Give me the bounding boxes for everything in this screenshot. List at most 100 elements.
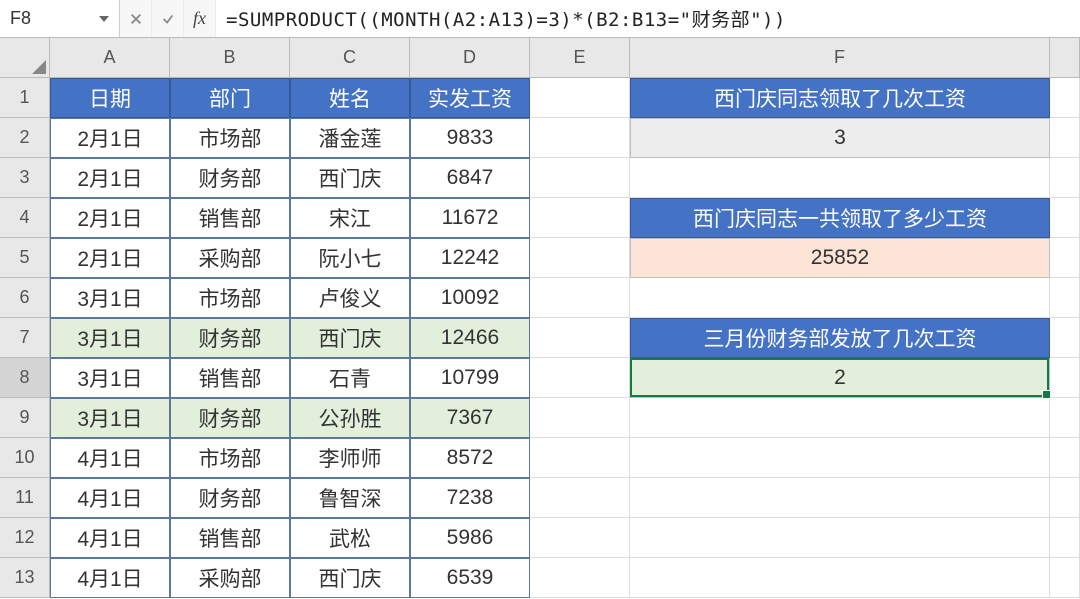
fx-button[interactable]: fx <box>184 0 216 37</box>
cell-dept[interactable]: 市场部 <box>170 118 290 158</box>
cell-date[interactable]: 4月1日 <box>50 478 170 518</box>
cell-blank[interactable] <box>1050 118 1080 158</box>
cell-blank[interactable] <box>1050 78 1080 118</box>
cell-blank[interactable] <box>530 318 630 358</box>
column-header[interactable]: C <box>290 38 410 78</box>
cell-dept[interactable]: 采购部 <box>170 558 290 598</box>
column-header[interactable]: F <box>630 38 1050 78</box>
cell-name[interactable]: 鲁智深 <box>290 478 410 518</box>
spreadsheet[interactable]: ABCDEF1日期部门姓名实发工资西门庆同志领取了几次工资22月1日市场部潘金莲… <box>0 38 1080 598</box>
cell-blank[interactable] <box>1050 358 1080 398</box>
cell-blank[interactable] <box>530 358 630 398</box>
cancel-button[interactable] <box>120 0 152 37</box>
cell-dept[interactable]: 财务部 <box>170 318 290 358</box>
cell-name[interactable]: 石青 <box>290 358 410 398</box>
cell-date[interactable]: 2月1日 <box>50 198 170 238</box>
cell-blank[interactable] <box>630 278 1050 318</box>
cell-blank[interactable] <box>630 478 1050 518</box>
row-header[interactable]: 9 <box>0 398 50 438</box>
cell-salary[interactable]: 7238 <box>410 478 530 518</box>
cell-blank[interactable] <box>1050 158 1080 198</box>
cell-blank[interactable] <box>530 158 630 198</box>
cell-name[interactable]: 宋江 <box>290 198 410 238</box>
cell-name[interactable]: 潘金莲 <box>290 118 410 158</box>
cell-blank[interactable] <box>1050 198 1080 238</box>
cell-date[interactable]: 2月1日 <box>50 118 170 158</box>
cell-blank[interactable] <box>530 198 630 238</box>
cell-blank[interactable] <box>530 278 630 318</box>
cell-blank[interactable] <box>1050 238 1080 278</box>
cell-salary[interactable]: 6847 <box>410 158 530 198</box>
cell-dept[interactable]: 销售部 <box>170 518 290 558</box>
row-header[interactable]: 5 <box>0 238 50 278</box>
cell-blank[interactable] <box>630 398 1050 438</box>
cell-blank[interactable] <box>1050 398 1080 438</box>
cell-salary[interactable]: 12466 <box>410 318 530 358</box>
row-header[interactable]: 13 <box>0 558 50 598</box>
cell-blank[interactable] <box>630 158 1050 198</box>
cell-date[interactable]: 3月1日 <box>50 358 170 398</box>
cell-blank[interactable] <box>630 438 1050 478</box>
row-header[interactable]: 11 <box>0 478 50 518</box>
confirm-button[interactable] <box>152 0 184 37</box>
cell-blank[interactable] <box>1050 278 1080 318</box>
cell-name[interactable]: 西门庆 <box>290 158 410 198</box>
cell-date[interactable]: 3月1日 <box>50 278 170 318</box>
name-box-dropdown-icon[interactable] <box>99 16 109 22</box>
cell-blank[interactable] <box>530 438 630 478</box>
cell-dept[interactable]: 财务部 <box>170 398 290 438</box>
column-header[interactable]: D <box>410 38 530 78</box>
cell-blank[interactable] <box>530 558 630 598</box>
cell-dept[interactable]: 销售部 <box>170 358 290 398</box>
cell-date[interactable]: 4月1日 <box>50 438 170 478</box>
cell-date[interactable]: 3月1日 <box>50 398 170 438</box>
cell-name[interactable]: 西门庆 <box>290 558 410 598</box>
row-header[interactable]: 10 <box>0 438 50 478</box>
cell-blank[interactable] <box>1050 438 1080 478</box>
cell-salary[interactable]: 10799 <box>410 358 530 398</box>
cell-blank[interactable] <box>530 478 630 518</box>
cell-dept[interactable]: 市场部 <box>170 278 290 318</box>
cell-date[interactable]: 4月1日 <box>50 558 170 598</box>
cell-salary[interactable]: 8572 <box>410 438 530 478</box>
column-header[interactable]: B <box>170 38 290 78</box>
cell-blank[interactable] <box>1050 478 1080 518</box>
cell-salary[interactable]: 7367 <box>410 398 530 438</box>
cell-dept[interactable]: 市场部 <box>170 438 290 478</box>
column-header[interactable]: A <box>50 38 170 78</box>
cell-blank[interactable] <box>630 518 1050 558</box>
cell-blank[interactable] <box>1050 558 1080 598</box>
row-header[interactable]: 6 <box>0 278 50 318</box>
row-header[interactable]: 12 <box>0 518 50 558</box>
cell-salary[interactable]: 12242 <box>410 238 530 278</box>
cell-date[interactable]: 4月1日 <box>50 518 170 558</box>
summary-value[interactable]: 25852 <box>630 238 1050 278</box>
summary-value[interactable]: 2 <box>630 358 1050 398</box>
cell-dept[interactable]: 财务部 <box>170 478 290 518</box>
summary-value[interactable]: 3 <box>630 118 1050 158</box>
cell-blank[interactable] <box>530 78 630 118</box>
cell-salary[interactable]: 5986 <box>410 518 530 558</box>
row-header[interactable]: 4 <box>0 198 50 238</box>
cell-blank[interactable] <box>1050 518 1080 558</box>
cell-name[interactable]: 武松 <box>290 518 410 558</box>
name-box[interactable]: F8 <box>0 0 120 37</box>
cell-blank[interactable] <box>530 238 630 278</box>
cell-blank[interactable] <box>530 118 630 158</box>
cell-name[interactable]: 李师师 <box>290 438 410 478</box>
cell-dept[interactable]: 采购部 <box>170 238 290 278</box>
row-header[interactable]: 2 <box>0 118 50 158</box>
cell-name[interactable]: 阮小七 <box>290 238 410 278</box>
row-header[interactable]: 7 <box>0 318 50 358</box>
cell-blank[interactable] <box>530 518 630 558</box>
cell-salary[interactable]: 10092 <box>410 278 530 318</box>
cell-blank[interactable] <box>630 558 1050 598</box>
select-all-corner[interactable] <box>0 38 50 78</box>
cell-date[interactable]: 2月1日 <box>50 158 170 198</box>
cell-name[interactable]: 卢俊义 <box>290 278 410 318</box>
cell-salary[interactable]: 11672 <box>410 198 530 238</box>
cell-dept[interactable]: 销售部 <box>170 198 290 238</box>
cell-salary[interactable]: 9833 <box>410 118 530 158</box>
cell-date[interactable]: 3月1日 <box>50 318 170 358</box>
formula-input[interactable]: =SUMPRODUCT((MONTH(A2:A13)=3)*(B2:B13="财… <box>216 0 1080 37</box>
